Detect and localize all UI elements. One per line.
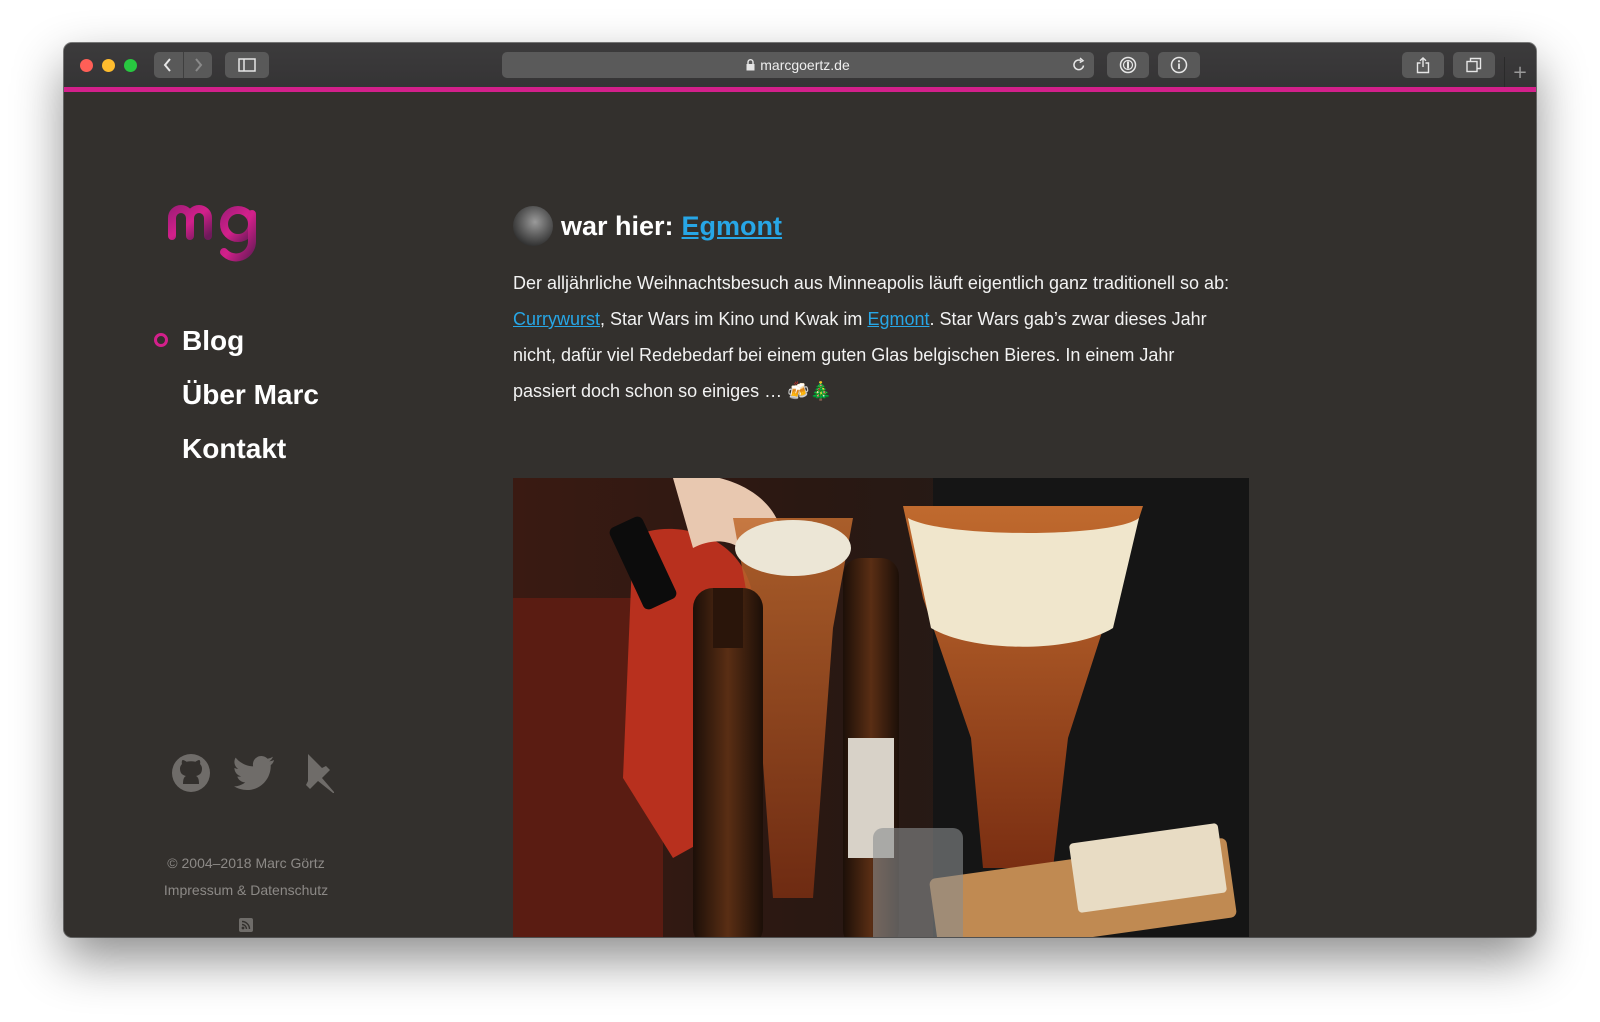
reload-icon[interactable]	[1072, 57, 1086, 75]
rss-icon[interactable]	[239, 918, 253, 932]
active-indicator-icon	[154, 333, 168, 347]
sidebar-toggle-button[interactable]	[225, 52, 269, 78]
password-manager-button[interactable]	[1107, 52, 1149, 78]
social-links	[170, 752, 340, 794]
site-logo[interactable]	[168, 196, 292, 276]
post-text-1: Der alljährliche Weihnachtsbesuch aus Mi…	[513, 273, 1230, 293]
info-icon	[1170, 56, 1188, 74]
site-footer: © 2004–2018 Marc Görtz Impressum & Daten…	[124, 850, 368, 904]
author-avatar	[513, 206, 553, 246]
minimize-window-button[interactable]	[102, 59, 115, 72]
nav-item-label: Blog	[182, 325, 245, 356]
history-navigation	[154, 52, 212, 78]
nav-item-contact[interactable]: Kontakt	[154, 422, 319, 476]
share-button[interactable]	[1402, 52, 1444, 78]
pin-icon[interactable]	[298, 752, 340, 794]
zoom-window-button[interactable]	[124, 59, 137, 72]
info-extension-button[interactable]	[1158, 52, 1200, 78]
currywurst-link[interactable]: Currywurst	[513, 309, 600, 329]
post-photo	[513, 478, 1249, 937]
lock-icon	[746, 59, 755, 71]
chevron-right-icon	[194, 58, 203, 72]
tabs-overview-icon	[1466, 57, 1482, 73]
nav-item-label: Über Marc	[182, 379, 319, 410]
legal-link[interactable]: Impressum & Datenschutz	[124, 877, 368, 904]
nav-item-label: Kontakt	[182, 433, 287, 464]
egmont-link[interactable]: Egmont	[867, 309, 929, 329]
plus-icon: +	[1512, 61, 1528, 83]
password-icon	[1119, 56, 1137, 74]
show-tabs-button[interactable]	[1453, 52, 1495, 78]
browser-window: marcgoertz.de + Blog Über Marc Kontakt ©…	[64, 43, 1536, 937]
blog-post: war hier: Egmont Der alljährliche Weihna…	[513, 200, 1243, 409]
post-title: war hier: Egmont	[513, 200, 1243, 252]
nav-item-about[interactable]: Über Marc	[154, 368, 319, 422]
sidebar-icon	[238, 58, 256, 72]
share-icon	[1416, 56, 1430, 73]
github-icon[interactable]	[170, 752, 212, 794]
main-navigation: Blog Über Marc Kontakt	[154, 314, 319, 476]
post-title-link[interactable]: Egmont	[682, 211, 783, 242]
post-text-2: , Star Wars im Kino und Kwak im	[600, 309, 868, 329]
nav-item-blog[interactable]: Blog	[154, 314, 319, 368]
post-body: Der alljährliche Weihnachtsbesuch aus Mi…	[513, 265, 1241, 409]
forward-button[interactable]	[182, 52, 213, 78]
new-tab-button[interactable]: +	[1504, 57, 1535, 87]
back-button[interactable]	[154, 52, 183, 78]
browser-toolbar: marcgoertz.de +	[64, 43, 1536, 87]
close-window-button[interactable]	[80, 59, 93, 72]
address-bar[interactable]: marcgoertz.de	[502, 52, 1094, 78]
chevron-left-icon	[163, 58, 172, 72]
twitter-icon[interactable]	[234, 755, 276, 791]
page-content: Blog Über Marc Kontakt © 2004–2018 Marc …	[64, 92, 1536, 937]
url-text: marcgoertz.de	[760, 57, 850, 73]
post-title-prefix: war hier:	[561, 210, 674, 241]
copyright-text: © 2004–2018 Marc Görtz	[167, 855, 325, 871]
